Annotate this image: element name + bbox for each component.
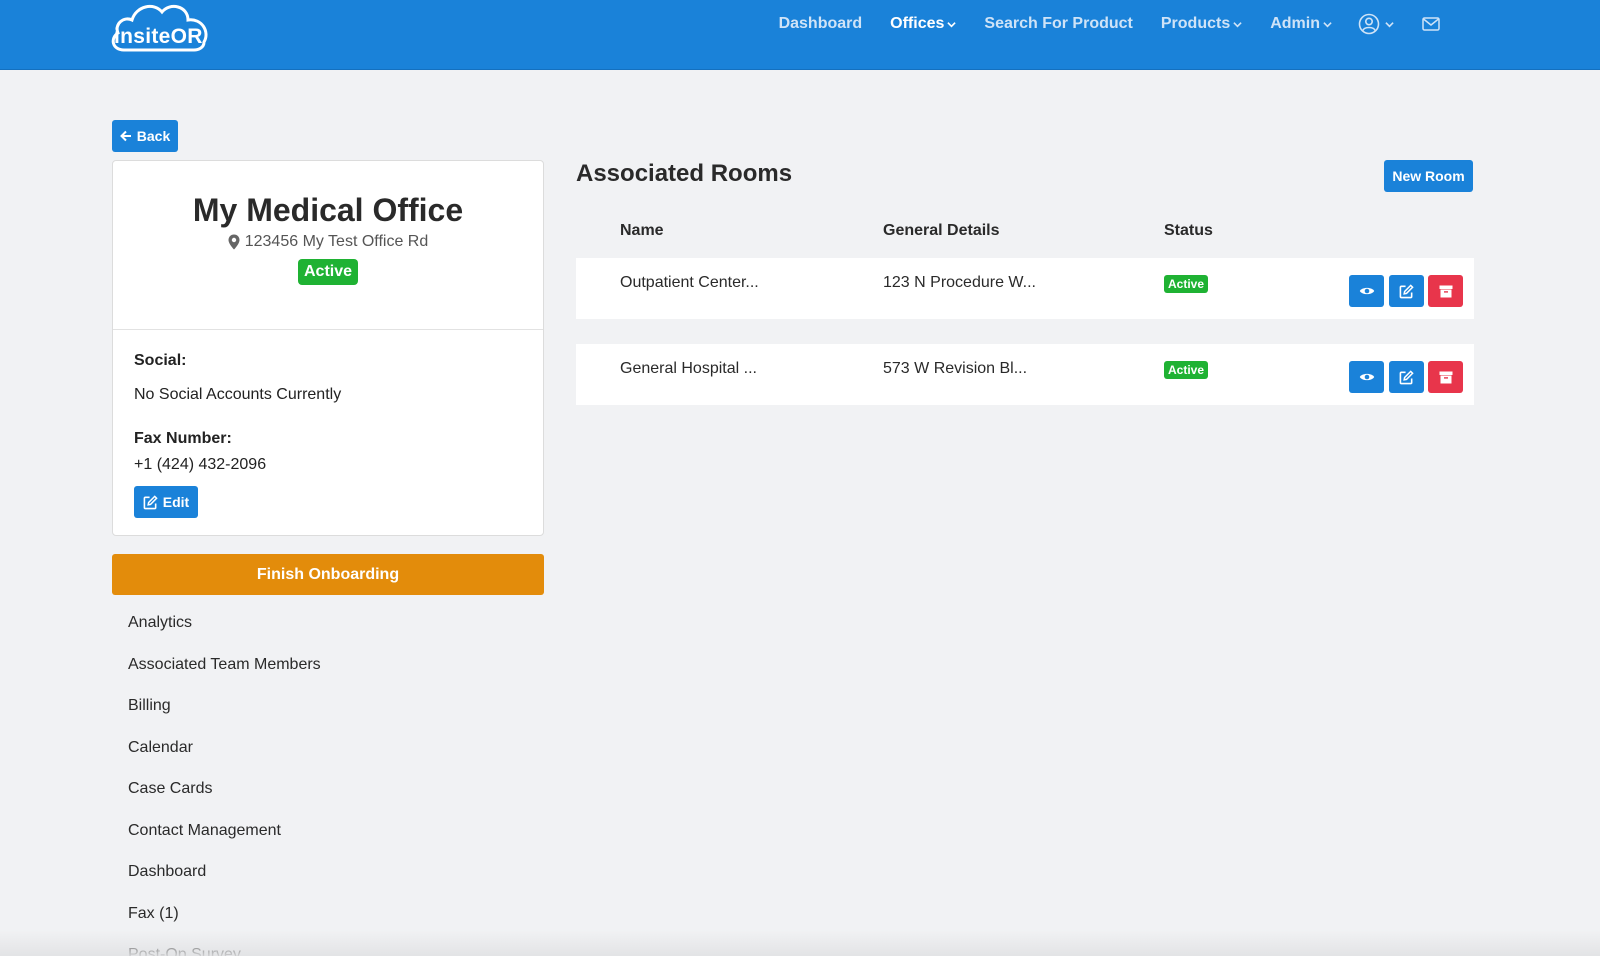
arrow-left-icon: [119, 130, 131, 142]
nav-search-label: Search For Product: [984, 15, 1133, 32]
edit-office-label: Edit: [162, 494, 190, 510]
nav-dashboard[interactable]: Dashboard: [779, 15, 863, 33]
nav-search-for-product[interactable]: Search For Product: [984, 15, 1132, 33]
eye-icon: [1359, 287, 1374, 295]
office-address-text: 123456 My Test Office Rd: [244, 233, 429, 250]
menu-item-dashboard[interactable]: Dashboard: [128, 861, 321, 903]
view-room-button[interactable]: [1349, 275, 1384, 307]
edit-icon: [1399, 283, 1414, 298]
office-info: Social: No Social Accounts Currently Fax…: [113, 330, 543, 540]
chevron-down-icon: [1323, 21, 1332, 27]
nav-products[interactable]: Products: [1161, 15, 1242, 33]
menu-item-analytics[interactable]: Analytics: [128, 612, 321, 654]
chevron-down-icon: [1233, 21, 1242, 27]
finish-onboarding-button[interactable]: Finish Onboarding: [112, 554, 544, 595]
back-button-label: Back: [136, 128, 171, 144]
office-side-menu: Analytics Associated Team Members Billin…: [128, 612, 321, 956]
office-title: My Medical Office: [192, 192, 464, 228]
view-room-button[interactable]: [1349, 361, 1384, 393]
office-details-card: My Medical Office 123456 My Test Office …: [112, 160, 544, 536]
menu-item-calendar[interactable]: Calendar: [128, 737, 321, 779]
table-row: General Hospital ... 573 W Revision Bl..…: [576, 344, 1474, 405]
menu-item-post-op-survey[interactable]: Post-Op Survey: [128, 944, 321, 956]
nav-offices[interactable]: Offices: [890, 15, 957, 33]
menu-item-fax[interactable]: Fax (1): [128, 903, 321, 945]
room-details: 573 W Revision Bl...: [883, 360, 1028, 377]
insiteor-logo[interactable]: insiteOR: [110, 0, 214, 52]
menu-item-contact-management[interactable]: Contact Management: [128, 820, 321, 862]
associated-rooms-title: Associated Rooms: [576, 160, 793, 187]
table-row: Outpatient Center... 123 N Procedure W..…: [576, 258, 1474, 319]
menu-item-billing[interactable]: Billing: [128, 695, 321, 737]
top-navbar: insiteOR Dashboard Offices Search For Pr…: [0, 0, 1600, 70]
office-address: 123456 My Test Office Rd: [113, 233, 543, 251]
office-status-badge: Active: [297, 259, 359, 285]
menu-item-associated-team-members[interactable]: Associated Team Members: [128, 654, 321, 696]
nav-offices-label: Offices: [890, 15, 945, 32]
envelope-icon: [1422, 17, 1440, 31]
archive-room-button[interactable]: [1428, 275, 1463, 307]
social-label: Social:: [134, 352, 187, 369]
column-header-general-details: General Details: [883, 222, 1000, 239]
menu-item-case-cards[interactable]: Case Cards: [128, 778, 321, 820]
column-header-status: Status: [1164, 222, 1213, 239]
room-status-badge: Active: [1164, 361, 1209, 379]
eye-icon: [1359, 373, 1374, 381]
room-name: General Hospital ...: [620, 360, 757, 377]
fax-label: Fax Number:: [134, 430, 232, 447]
column-header-name: Name: [620, 222, 664, 239]
archive-icon: [1439, 285, 1452, 297]
user-circle-icon: [1358, 13, 1380, 35]
edit-icon: [1399, 369, 1414, 384]
messages-button[interactable]: [1422, 17, 1440, 31]
back-button[interactable]: Back: [112, 120, 178, 152]
edit-office-button[interactable]: Edit: [134, 486, 198, 518]
chevron-down-icon: [1385, 21, 1394, 27]
nav-admin[interactable]: Admin: [1270, 15, 1332, 33]
office-header: My Medical Office 123456 My Test Office …: [113, 161, 543, 330]
edit-room-button[interactable]: [1389, 275, 1424, 307]
new-room-button[interactable]: New Room: [1384, 160, 1473, 192]
user-menu[interactable]: [1358, 13, 1394, 35]
room-status-badge: Active: [1164, 275, 1209, 293]
archive-room-button[interactable]: [1428, 361, 1463, 393]
nav-admin-label: Admin: [1270, 15, 1320, 32]
logo-text: insiteOR: [114, 25, 203, 48]
edit-room-button[interactable]: [1389, 361, 1424, 393]
nav-dashboard-label: Dashboard: [778, 15, 863, 32]
chevron-down-icon: [947, 21, 957, 27]
room-details: 123 N Procedure W...: [883, 274, 1036, 291]
edit-icon: [143, 494, 158, 509]
archive-icon: [1439, 371, 1452, 383]
nav-products-label: Products: [1160, 15, 1231, 32]
fax-value: +1 (424) 432-2096: [134, 456, 267, 473]
room-name: Outpatient Center...: [620, 274, 759, 291]
map-pin-icon: [228, 234, 240, 250]
social-value: No Social Accounts Currently: [134, 386, 342, 403]
